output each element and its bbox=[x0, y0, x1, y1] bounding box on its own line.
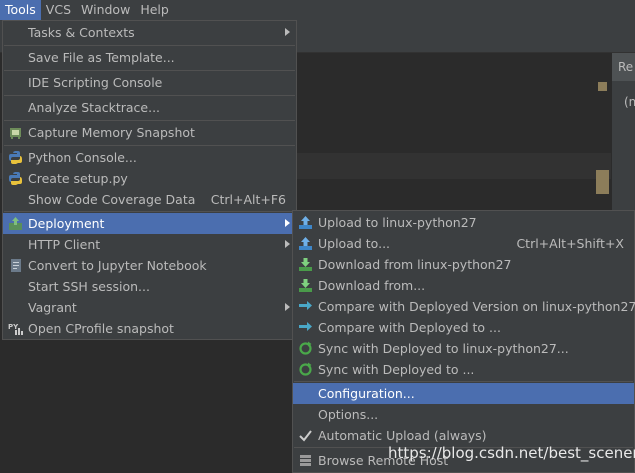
cprofile-icon: PY bbox=[8, 323, 23, 335]
menu-item-sync-server[interactable]: Sync with Deployed to linux-python27... bbox=[293, 338, 634, 359]
menu-item-upload-to-server[interactable]: Upload to linux-python27 bbox=[293, 212, 634, 233]
menu-item-label: Convert to Jupyter Notebook bbox=[28, 258, 207, 273]
submenu-arrow-icon bbox=[285, 303, 290, 311]
menu-item-label: Tasks & Contexts bbox=[28, 25, 135, 40]
remote-host-icon bbox=[300, 455, 311, 466]
menu-item-save-template[interactable]: Save File as Template... bbox=[3, 47, 296, 68]
menu-item-start-ssh[interactable]: Start SSH session... bbox=[3, 276, 296, 297]
sync-icon bbox=[299, 362, 312, 376]
submenu-arrow-icon bbox=[285, 219, 290, 227]
menubar: Tools VCS Window Help bbox=[0, 0, 635, 20]
menu-item-label: Open CProfile snapshot bbox=[28, 321, 174, 336]
menu-item-download-from[interactable]: Download from... bbox=[293, 275, 634, 296]
menu-window[interactable]: Window bbox=[76, 0, 135, 20]
submenu-arrow-icon bbox=[285, 240, 290, 248]
menu-item-show-coverage[interactable]: Show Code Coverage Data Ctrl+Alt+F6 bbox=[3, 189, 296, 210]
svg-text:PY: PY bbox=[8, 323, 19, 331]
menu-item-label: Sync with Deployed to ... bbox=[318, 362, 475, 377]
download-icon bbox=[299, 258, 312, 271]
sync-icon bbox=[299, 341, 312, 355]
tools-menu: Tasks & Contexts Save File as Template..… bbox=[2, 20, 297, 340]
jupyter-notebook-icon bbox=[11, 259, 21, 272]
menu-item-label: Configuration... bbox=[318, 386, 415, 401]
menu-item-create-setup[interactable]: Create setup.py bbox=[3, 168, 296, 189]
scroll-marker bbox=[598, 82, 607, 91]
submenu-arrow-icon bbox=[285, 28, 290, 36]
menu-item-label: HTTP Client bbox=[28, 237, 101, 252]
menu-item-label: Sync with Deployed to linux-python27... bbox=[318, 341, 569, 356]
menu-item-sync-to[interactable]: Sync with Deployed to ... bbox=[293, 359, 634, 380]
menu-item-compare-server[interactable]: Compare with Deployed Version on linux-p… bbox=[293, 296, 635, 317]
menu-item-label: Show Code Coverage Data bbox=[28, 192, 196, 207]
menu-separator bbox=[4, 211, 295, 212]
memory-snapshot-icon bbox=[10, 128, 21, 139]
menu-item-open-cprofile[interactable]: PY Open CProfile snapshot bbox=[3, 318, 296, 339]
menu-item-automatic-upload[interactable]: Automatic Upload (always) bbox=[293, 425, 634, 446]
scroll-marker bbox=[596, 170, 609, 194]
menu-separator bbox=[4, 145, 295, 146]
menu-item-convert-jupyter[interactable]: Convert to Jupyter Notebook bbox=[3, 255, 296, 276]
menu-item-ide-scripting-console[interactable]: IDE Scripting Console bbox=[3, 72, 296, 93]
menu-item-upload-to[interactable]: Upload to... Ctrl+Alt+Shift+X bbox=[293, 233, 634, 254]
compare-icon bbox=[299, 301, 312, 310]
menu-item-label: Automatic Upload (always) bbox=[318, 428, 487, 443]
deployment-submenu: Upload to linux-python27 Upload to... Ct… bbox=[292, 210, 635, 473]
menu-item-label: Capture Memory Snapshot bbox=[28, 125, 195, 140]
menu-item-vagrant[interactable]: Vagrant bbox=[3, 297, 296, 318]
upload-icon bbox=[299, 237, 312, 250]
checkmark-icon bbox=[299, 430, 312, 442]
menu-item-label: Create setup.py bbox=[28, 171, 128, 186]
menu-item-label: Upload to... bbox=[318, 236, 391, 251]
menu-item-label: Download from linux-python27 bbox=[318, 257, 512, 272]
menu-item-shortcut: Ctrl+Alt+F6 bbox=[210, 192, 286, 207]
menu-separator bbox=[4, 45, 295, 46]
menu-item-tasks-contexts[interactable]: Tasks & Contexts bbox=[3, 22, 296, 43]
menu-help[interactable]: Help bbox=[135, 0, 174, 20]
menu-vcs[interactable]: VCS bbox=[41, 0, 76, 20]
menu-item-label: Deployment bbox=[28, 216, 105, 231]
menu-item-configuration[interactable]: Configuration... bbox=[293, 383, 634, 404]
menu-item-analyze-stacktrace[interactable]: Analyze Stacktrace... bbox=[3, 97, 296, 118]
upload-icon bbox=[299, 216, 312, 229]
menu-item-label: Upload to linux-python27 bbox=[318, 215, 477, 230]
menu-item-deployment[interactable]: Deployment bbox=[3, 213, 296, 234]
menu-item-label: Analyze Stacktrace... bbox=[28, 100, 161, 115]
menu-item-download-from-server[interactable]: Download from linux-python27 bbox=[293, 254, 634, 275]
menu-item-label: IDE Scripting Console bbox=[28, 75, 163, 90]
menu-item-shortcut: Ctrl+Alt+Shift+X bbox=[516, 236, 624, 251]
menu-item-label: Start SSH session... bbox=[28, 279, 150, 294]
menu-item-compare-to[interactable]: Compare with Deployed to ... bbox=[293, 317, 634, 338]
menu-item-capture-memory[interactable]: Capture Memory Snapshot bbox=[3, 122, 296, 143]
right-panel-text: (n bbox=[624, 95, 635, 109]
menu-item-label: Compare with Deployed Version on linux-p… bbox=[318, 299, 635, 314]
menu-item-label: Download from... bbox=[318, 278, 426, 293]
right-panel-tab[interactable]: Re bbox=[612, 53, 635, 81]
watermark-url: https://blog.csdn.net/best_scenery bbox=[388, 444, 635, 462]
menu-tools[interactable]: Tools bbox=[0, 0, 41, 20]
menu-item-options[interactable]: Options... bbox=[293, 404, 634, 425]
menu-item-label: Compare with Deployed to ... bbox=[318, 320, 501, 335]
menu-item-label: Options... bbox=[318, 407, 379, 422]
python-icon bbox=[9, 151, 22, 164]
menu-item-python-console[interactable]: Python Console... bbox=[3, 147, 296, 168]
python-setup-icon bbox=[9, 172, 22, 185]
menu-separator bbox=[4, 70, 295, 71]
menu-item-label: Python Console... bbox=[28, 150, 137, 165]
menu-item-label: Vagrant bbox=[28, 300, 77, 315]
menu-item-http-client[interactable]: HTTP Client bbox=[3, 234, 296, 255]
menu-separator bbox=[4, 120, 295, 121]
menu-item-label: Save File as Template... bbox=[28, 50, 175, 65]
compare-icon bbox=[299, 322, 312, 331]
deployment-icon bbox=[9, 217, 22, 230]
download-icon bbox=[299, 279, 312, 292]
menu-separator bbox=[294, 381, 633, 382]
menu-separator bbox=[4, 95, 295, 96]
